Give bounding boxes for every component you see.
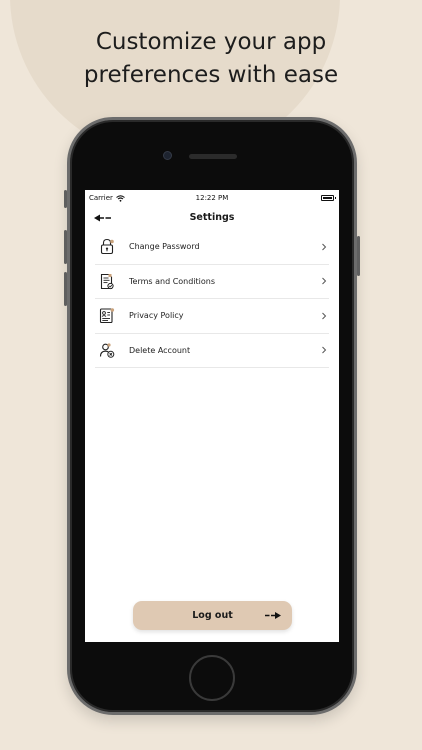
phone-power-button: [357, 236, 360, 276]
status-bar: Carrier 12:22 PM: [85, 190, 339, 206]
page-title: Settings: [189, 212, 235, 223]
app-screen: Carrier 12:22 PM Settings Change Passwor…: [85, 190, 339, 642]
phone-volume-up: [64, 230, 67, 264]
home-button: [189, 655, 235, 701]
user-remove-icon: [98, 341, 116, 359]
menu-item-label: Privacy Policy: [129, 311, 184, 321]
menu-item-label: Delete Account: [129, 345, 191, 355]
promo-headline: Customize your app preferences with ease: [0, 26, 422, 92]
earpiece-speaker: [189, 154, 237, 159]
chevron-right-icon: [322, 346, 327, 354]
phone-frame: Carrier 12:22 PM Settings Change Passwor…: [64, 117, 360, 715]
id-card-icon: [98, 307, 116, 325]
phone-volume-down: [64, 272, 67, 306]
menu-item-privacy-policy[interactable]: Privacy Policy: [95, 299, 329, 334]
front-camera: [163, 151, 172, 160]
lock-icon: [98, 238, 116, 256]
menu-item-change-password[interactable]: Change Password: [95, 230, 329, 265]
headline-line-2: preferences with ease: [83, 62, 339, 88]
menu-item-label: Terms and Conditions: [129, 276, 216, 286]
nav-bar: Settings: [85, 206, 339, 230]
menu-item-delete-account[interactable]: Delete Account: [95, 334, 329, 368]
chevron-right-icon: [322, 243, 327, 251]
chevron-right-icon: [322, 312, 327, 320]
status-time: 12:22 PM: [195, 194, 229, 202]
chevron-right-icon: [322, 277, 327, 285]
logout-label: Log out: [192, 610, 233, 621]
headline-line-1: Customize your app: [95, 29, 327, 55]
phone-side-button: [64, 190, 67, 208]
document-icon: [98, 272, 116, 290]
logout-button[interactable]: Log out: [133, 601, 292, 630]
menu-item-terms-and-conditions[interactable]: Terms and Conditions: [95, 265, 329, 299]
logout-arrow-icon: [265, 612, 281, 619]
battery-icon: [321, 195, 336, 201]
menu-item-label: Change Password: [129, 242, 200, 252]
settings-menu: Change Password Terms and Conditions Pri…: [95, 230, 329, 368]
